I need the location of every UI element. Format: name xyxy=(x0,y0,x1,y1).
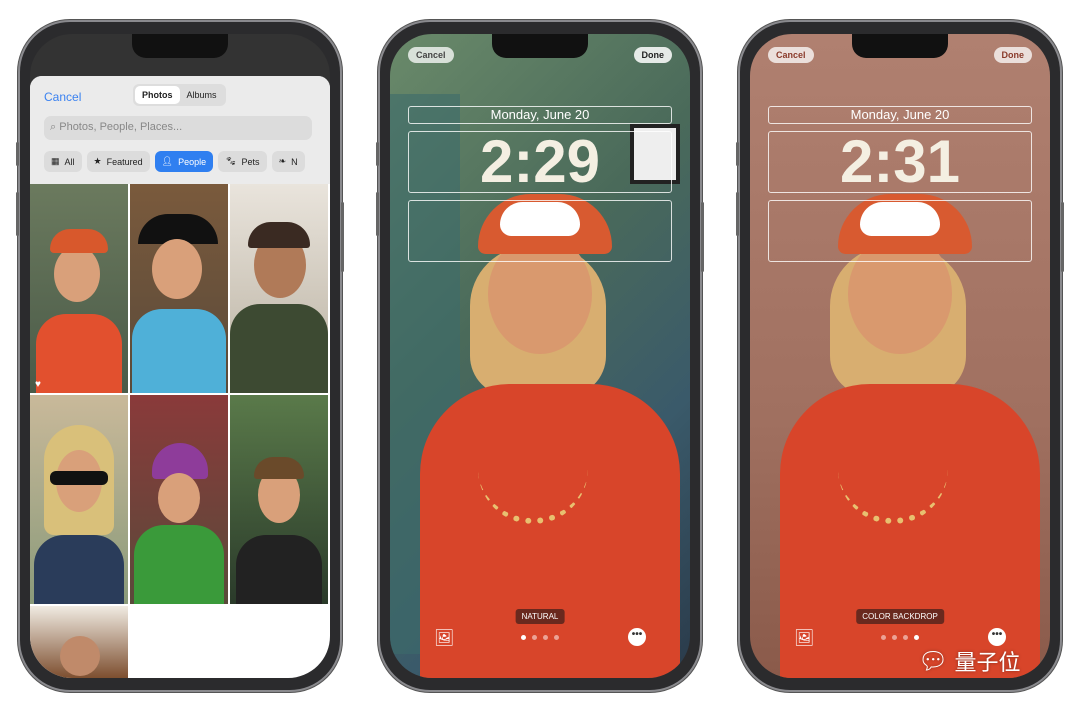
style-page-indicator[interactable] xyxy=(521,635,559,640)
clock[interactable]: 2:31 xyxy=(768,131,1032,193)
page-dot[interactable] xyxy=(521,635,526,640)
leaf-icon: ❧ xyxy=(278,156,287,166)
cancel-button[interactable]: Cancel xyxy=(408,47,454,63)
phone-lockscreen-natural: Cancel Done Monday, June 20 2:29 NATURAL… xyxy=(376,20,704,692)
chip-featured[interactable]: ★ Featured xyxy=(86,151,150,172)
chip-pets[interactable]: 🐾︎ Pets xyxy=(218,151,267,172)
style-label: NATURAL xyxy=(515,609,565,624)
photo-picker-sheet: Cancel Photos Albums ⌕ Photos, People, P… xyxy=(30,76,330,678)
photo-grid: ♥ xyxy=(30,184,328,678)
grid-icon: ▦ xyxy=(51,156,60,166)
photo-thumbnail[interactable]: ♥ xyxy=(30,184,128,393)
search-input[interactable]: ⌕ Photos, People, Places... xyxy=(44,116,312,140)
cancel-button[interactable]: Cancel xyxy=(44,90,81,104)
wechat-icon: 💬︎ xyxy=(918,647,949,675)
chip-nature[interactable]: ❧ N xyxy=(271,151,305,172)
heart-icon: ♥ xyxy=(35,379,41,390)
cancel-button[interactable]: Cancel xyxy=(768,47,814,63)
page-dot[interactable] xyxy=(903,635,908,640)
wallpaper-preview: Cancel Done Monday, June 20 2:29 NATURAL… xyxy=(390,34,690,678)
photo-thumbnail[interactable] xyxy=(30,606,128,678)
photo-thumbnail[interactable] xyxy=(230,395,328,604)
phone-lockscreen-color-backdrop: Cancel Done Monday, June 20 2:31 COLOR B… xyxy=(736,20,1064,692)
photo-library-icon[interactable]: 🖼︎ xyxy=(794,628,814,648)
paw-icon: 🐾︎ xyxy=(225,156,237,166)
tab-albums[interactable]: Albums xyxy=(180,86,224,104)
date-widget[interactable]: Monday, June 20 xyxy=(768,106,1032,124)
page-dot[interactable] xyxy=(881,635,886,640)
page-dot[interactable] xyxy=(892,635,897,640)
tab-photos[interactable]: Photos xyxy=(135,86,180,104)
page-dot[interactable] xyxy=(543,635,548,640)
search-icon: ⌕ xyxy=(50,121,57,133)
more-icon[interactable]: ••• xyxy=(988,628,1006,646)
photo-thumbnail[interactable] xyxy=(130,184,228,393)
style-label: COLOR BACKDROP xyxy=(856,609,944,624)
photo-thumbnail[interactable] xyxy=(130,395,228,604)
style-page-indicator[interactable] xyxy=(881,635,919,640)
chip-people[interactable]: 👤︎ People xyxy=(154,151,214,172)
source-segmented-control: Photos Albums xyxy=(133,84,226,106)
photo-library-icon[interactable]: 🖼︎ xyxy=(434,628,454,648)
clock[interactable]: 2:29 xyxy=(408,131,672,193)
widget-area[interactable] xyxy=(408,200,672,262)
wallpaper-preview: Cancel Done Monday, June 20 2:31 COLOR B… xyxy=(750,34,1050,678)
page-dot[interactable] xyxy=(554,635,559,640)
star-icon: ★ xyxy=(93,156,102,166)
done-button[interactable]: Done xyxy=(993,47,1032,63)
notch xyxy=(132,34,228,58)
photo-thumbnail[interactable] xyxy=(230,184,328,393)
chip-all[interactable]: ▦ All xyxy=(44,151,82,172)
done-button[interactable]: Done xyxy=(633,47,672,63)
phone-photo-picker: Cancel Photos Albums ⌕ Photos, People, P… xyxy=(16,20,344,692)
page-dot[interactable] xyxy=(914,635,919,640)
notch xyxy=(492,34,588,58)
person-icon: 👤︎ xyxy=(161,156,174,166)
photo-thumbnail[interactable] xyxy=(30,395,128,604)
notch xyxy=(852,34,948,58)
date-widget[interactable]: Monday, June 20 xyxy=(408,106,672,124)
more-icon[interactable]: ••• xyxy=(628,628,646,646)
page-dot[interactable] xyxy=(532,635,537,640)
widget-area[interactable] xyxy=(768,200,1032,262)
watermark: 💬︎ 量子位 xyxy=(918,647,1021,676)
